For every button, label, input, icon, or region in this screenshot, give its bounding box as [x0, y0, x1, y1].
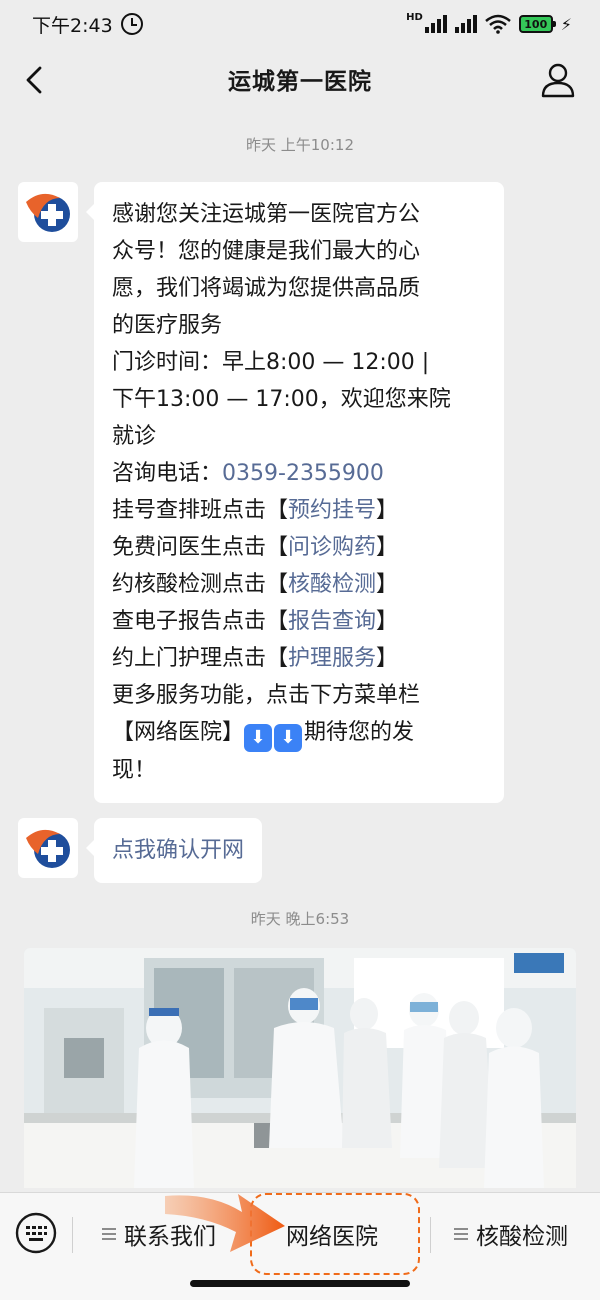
service-prefix: 约上门护理点击【	[112, 646, 289, 671]
page-title: 运城第一医院	[228, 69, 372, 95]
hours-line: 门诊时间：早上8:00 — 12:00 |	[112, 350, 430, 375]
battery-icon: 100	[518, 15, 556, 33]
message-welcome: 感谢您关注运城第一医院官方公 众号！您的健康是我们最大的心 愿，我们将竭诚为您提…	[18, 182, 504, 803]
nav-bar: 运城第一医院	[0, 48, 600, 110]
welcome-line: 众号！您的健康是我们最大的心	[112, 239, 421, 264]
service-prefix: 免费问医生点击【	[112, 535, 289, 560]
welcome-line: 感谢您关注运城第一医院官方公	[112, 202, 421, 227]
service-prefix: 查电子报告点击【	[112, 609, 289, 634]
more-line: 【网络医院】 ⬇ ⬇ 期待您的发	[112, 714, 486, 752]
message-confirm: 点我确认开网	[18, 818, 263, 883]
menu-nucleic-test[interactable]: 核酸检测	[454, 1211, 568, 1257]
confirm-link[interactable]: 点我确认开网	[112, 838, 244, 863]
status-bar: 下午2:43 HD 100 ⚡	[0, 0, 600, 48]
down-arrow-icon: ⬇	[274, 724, 303, 752]
more-text: 期待您的发	[304, 720, 415, 745]
hospital-logo-icon	[26, 193, 70, 232]
timestamp: 昨天 晚上6:53	[250, 910, 350, 928]
alarm-icon	[120, 13, 143, 35]
phone-line: 咨询电话：0359-2355900	[112, 455, 486, 492]
hours-line: 就诊	[112, 424, 157, 449]
chevron-left-icon	[26, 66, 42, 94]
phone-link[interactable]: 0359-2355900	[222, 461, 384, 486]
profile-button[interactable]	[538, 60, 578, 100]
wifi-icon	[484, 14, 511, 34]
welcome-line: 的医疗服务	[112, 313, 223, 338]
phone-label: 咨询电话：	[112, 461, 223, 486]
menu-list-icon	[454, 1228, 468, 1240]
signal-icon	[424, 15, 447, 33]
nucleic-test-link[interactable]: 核酸检测	[288, 572, 376, 597]
report-link[interactable]: 报告查询	[288, 609, 376, 634]
charging-icon: ⚡	[560, 14, 572, 34]
back-button[interactable]	[14, 60, 54, 100]
service-suffix: 】	[376, 609, 399, 634]
nursing-link[interactable]: 护理服务	[288, 646, 376, 671]
service-suffix: 】	[376, 535, 399, 560]
keyboard-toggle-button[interactable]	[14, 1211, 58, 1255]
hours-line: 下午13:00 — 17:00，欢迎您来院	[112, 387, 451, 412]
service-prefix: 约核酸检测点击【	[112, 572, 289, 597]
article-image	[24, 948, 576, 1188]
home-indicator	[190, 1280, 410, 1287]
appointment-link[interactable]: 预约挂号	[288, 498, 376, 523]
status-time: 下午2:43	[32, 14, 113, 37]
more-line: 更多服务功能，点击下方菜单栏	[112, 683, 421, 708]
consult-link[interactable]: 问诊购药	[288, 535, 376, 560]
message-bubble: 感谢您关注运城第一医院官方公 众号！您的健康是我们最大的心 愿，我们将竭诚为您提…	[86, 182, 504, 803]
menu-reference: 【网络医院】	[112, 720, 245, 745]
article-card[interactable]	[24, 948, 576, 1188]
service-suffix: 】	[376, 646, 399, 671]
annotation-arrow-icon	[165, 1194, 285, 1252]
chat-area[interactable]: 昨天 上午10:12 感谢您关注运城第一医院官方公 众号！您的健康是我们最大的心…	[0, 110, 600, 1190]
network-type: HD	[406, 11, 423, 23]
service-line: 约核酸检测点击【核酸检测】	[112, 566, 486, 603]
more-line: 现！	[112, 758, 157, 783]
service-line: 挂号查排班点击【预约挂号】	[112, 492, 486, 529]
avatar[interactable]	[18, 182, 78, 242]
service-line: 查电子报告点击【报告查询】	[112, 603, 486, 640]
timestamp: 昨天 上午10:12	[246, 136, 354, 154]
service-suffix: 】	[376, 498, 399, 523]
service-line: 免费问医生点击【问诊购药】	[112, 529, 486, 566]
down-arrow-icon: ⬇	[244, 724, 273, 752]
menu-label: 核酸检测	[476, 1224, 568, 1250]
hospital-logo-icon	[26, 829, 70, 868]
welcome-line: 愿，我们将竭诚为您提供高品质	[112, 276, 421, 301]
divider	[72, 1217, 73, 1253]
service-suffix: 】	[376, 572, 399, 597]
signal-icon-2	[454, 15, 477, 33]
service-line: 约上门护理点击【护理服务】	[112, 640, 486, 677]
message-bubble: 点我确认开网	[85, 818, 263, 883]
menu-list-icon	[102, 1228, 116, 1240]
avatar[interactable]	[18, 818, 78, 878]
divider	[430, 1217, 431, 1253]
service-prefix: 挂号查排班点击【	[112, 498, 289, 523]
